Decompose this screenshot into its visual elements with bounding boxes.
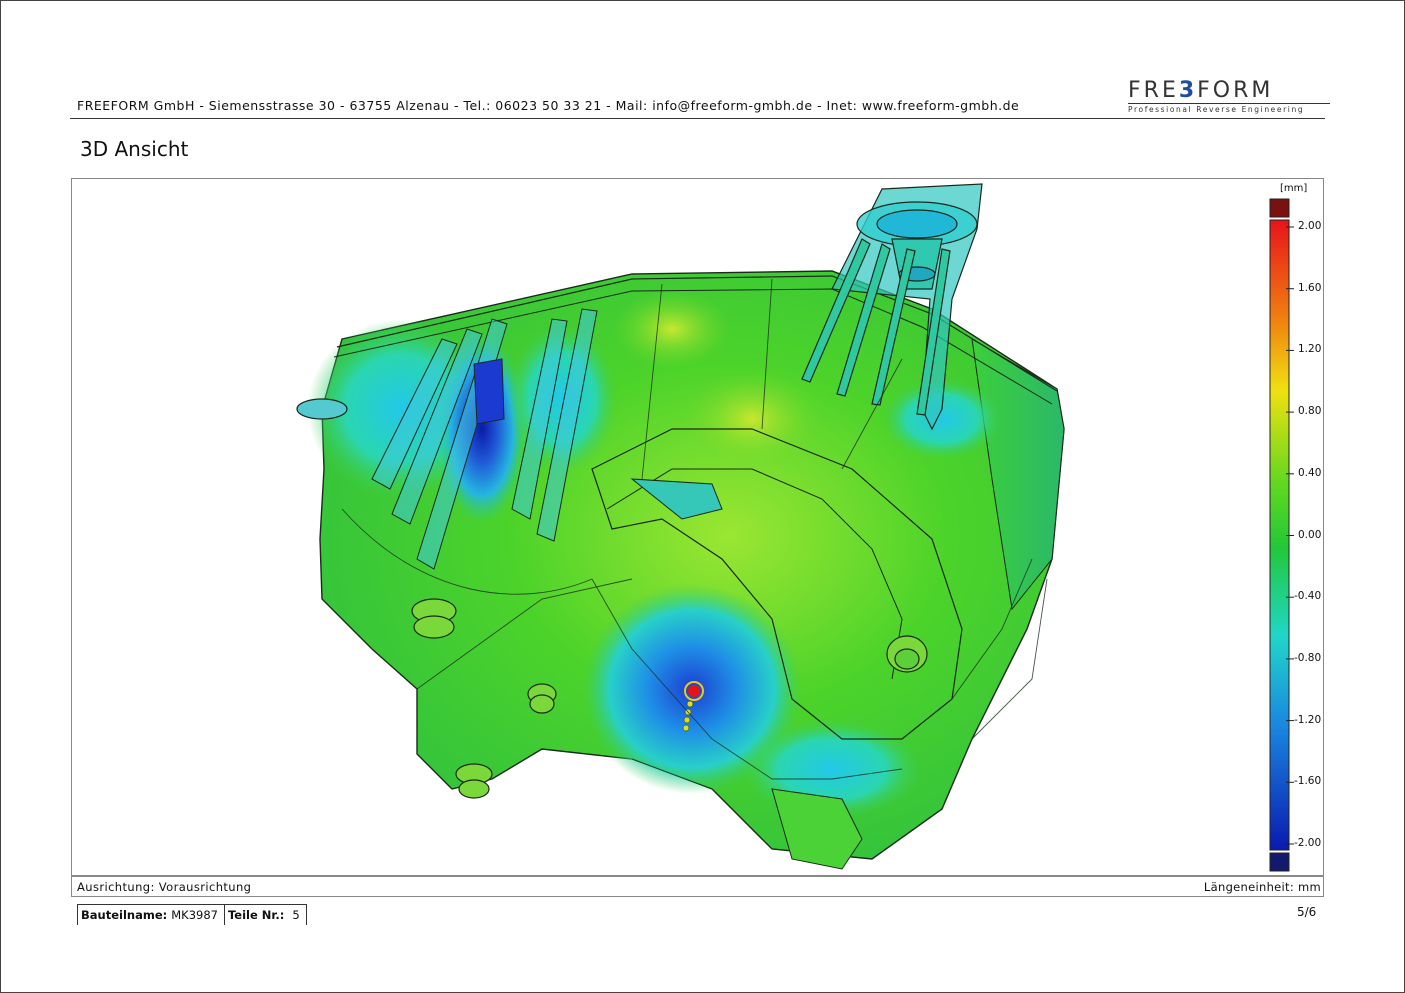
legend-tick-label: -0.40 — [1294, 590, 1322, 603]
part-name-label: Bauteilname: — [81, 908, 168, 922]
legend-tick-label: 1.60 — [1298, 281, 1322, 294]
alignment-info: Ausrichtung: Vorausrichtung — [77, 880, 252, 894]
length-unit-info: Längeneinheit: mm — [1203, 880, 1321, 894]
company-contact-line: FREEFORM GmbH - Siemensstrasse 30 - 6375… — [77, 98, 1020, 113]
header-divider — [70, 118, 1325, 119]
legend-tick-label: -1.20 — [1294, 713, 1322, 726]
legend-tick-label: -2.00 — [1294, 837, 1322, 849]
freeform-logo: FRE3FORM Professional Reverse Engineerin… — [1128, 78, 1330, 114]
legend-tick-label: 0.00 — [1298, 528, 1322, 541]
part-number-value: 5 — [292, 908, 300, 922]
deviation-color-map-model[interactable] — [72, 179, 1262, 876]
legend-tick-label: 2.00 — [1298, 220, 1322, 232]
part-number-cell: Teile Nr.: 5 — [223, 905, 306, 925]
3d-viewport[interactable]: [mm] 2.00 1.60 1.20 0.80 0.40 0.00 -0.40 -0.80-… — [71, 178, 1324, 877]
legend-tick-label: -0.80 — [1294, 651, 1322, 664]
part-name-cell: Bauteilname: MK3987 — [78, 905, 224, 925]
legend-tick-label: 0.40 — [1298, 466, 1322, 479]
part-info-box: Bauteilname: MK3987 Teile Nr.: 5 — [77, 904, 307, 925]
legend-tick-label: 0.80 — [1298, 405, 1322, 418]
page-number: 5/6 — [1297, 905, 1317, 919]
logo-tagline: Professional Reverse Engineering — [1128, 103, 1330, 114]
viewport-footer-bar — [71, 875, 1324, 897]
legend-tick-label: -1.60 — [1294, 775, 1322, 788]
part-name-value: MK3987 — [171, 908, 218, 922]
legend-tick-label: 1.20 — [1298, 343, 1322, 356]
legend-under-swatch — [1269, 852, 1290, 872]
section-title: 3D Ansicht — [80, 137, 189, 161]
logo-wordmark: FRE3FORM — [1128, 78, 1274, 103]
part-number-label: Teile Nr.: — [227, 908, 285, 922]
legend-over-swatch — [1269, 198, 1290, 218]
